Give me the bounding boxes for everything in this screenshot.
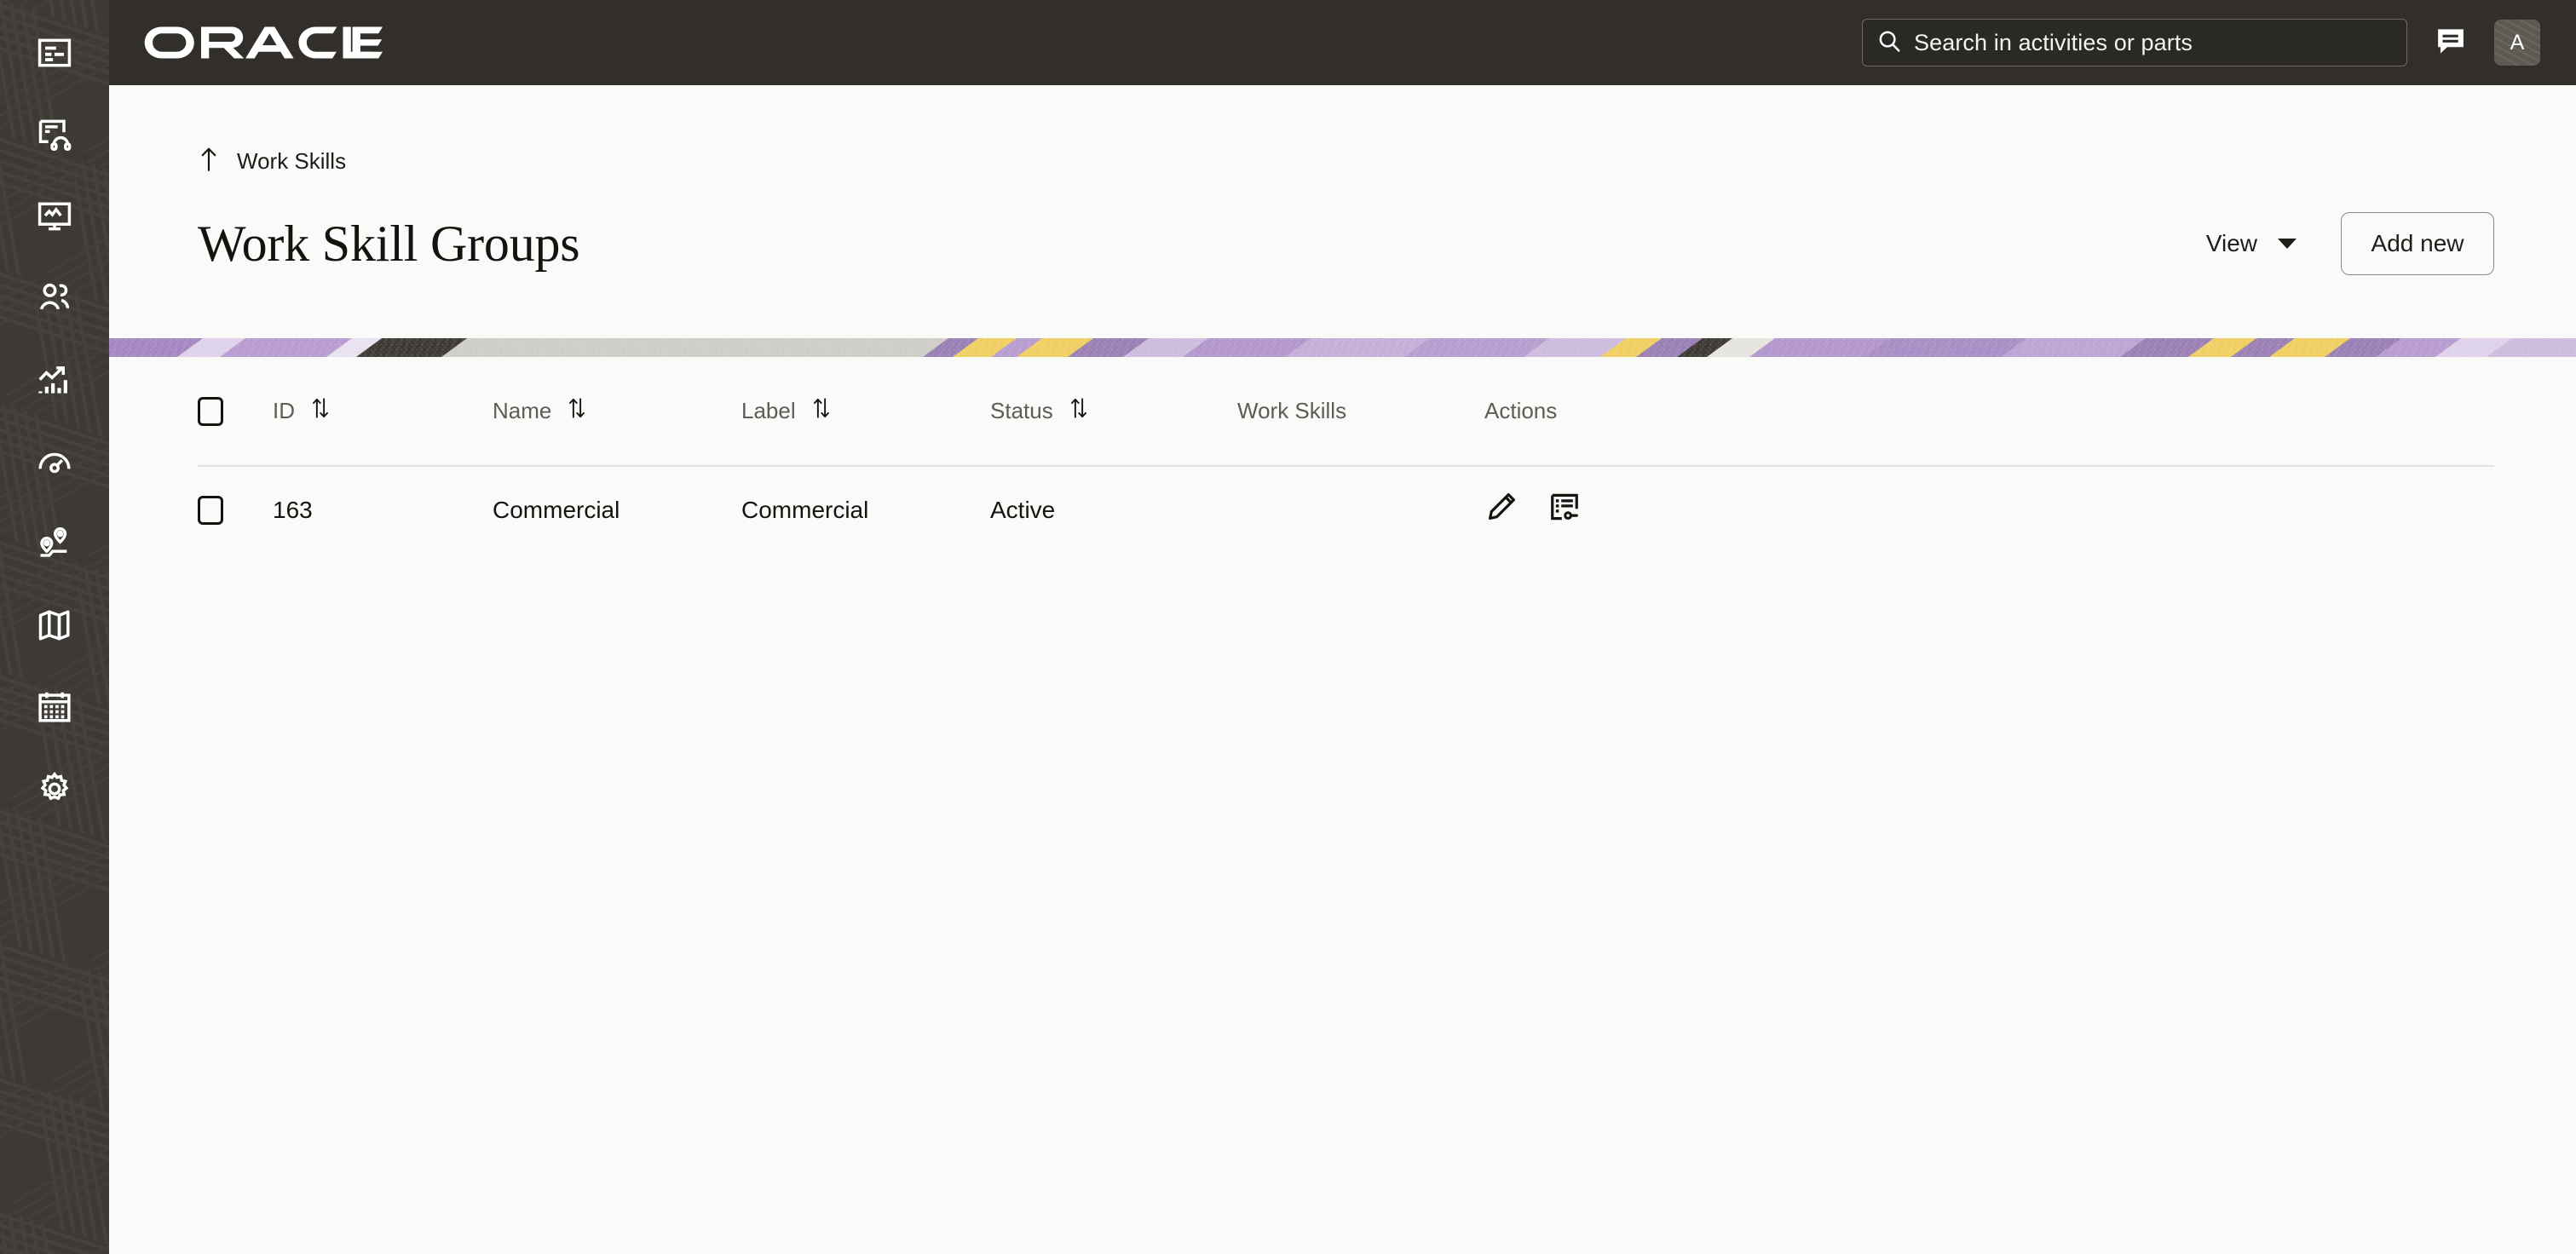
application-root: Search in activities or parts A Work Ski… — [0, 0, 2576, 1254]
view-menu-button[interactable]: View — [2206, 230, 2297, 257]
column-header-actions: Actions — [1484, 357, 2494, 467]
sidebar-item-monitoring[interactable] — [0, 175, 109, 257]
row-select-checkbox[interactable] — [198, 495, 223, 525]
column-header-name-label: Name — [493, 398, 552, 423]
collaboration-button[interactable] — [2428, 20, 2474, 66]
gauge-icon — [36, 443, 73, 480]
sidebar-item-map[interactable] — [0, 584, 109, 666]
work-skill-groups-table: ID Name Label Status Work Skills Actions… — [198, 357, 2494, 553]
table-body: 163 Commercial Commercial Active — [198, 466, 2494, 553]
cell-status: Active — [990, 496, 1056, 523]
main-column: Search in activities or parts A Work Ski… — [109, 0, 2576, 1254]
sidebar-item-resources[interactable] — [0, 257, 109, 339]
column-header-status[interactable]: Status — [990, 357, 1237, 467]
oracle-logo[interactable] — [141, 25, 383, 60]
work-skill-groups-table-area: ID Name Label Status Work Skills Actions… — [109, 357, 2576, 1254]
sidebar-item-configuration[interactable] — [0, 748, 109, 830]
pencil-icon — [1485, 491, 1518, 529]
chat-icon — [2435, 25, 2467, 61]
column-header-actions-label: Actions — [1484, 398, 1558, 423]
sort-icon-status[interactable] — [1069, 397, 1089, 425]
column-header-label[interactable]: Label — [741, 357, 990, 467]
column-header-id-label: ID — [273, 398, 295, 423]
search-icon — [1876, 28, 1902, 58]
table-row[interactable]: 163 Commercial Commercial Active — [198, 466, 2494, 553]
gear-icon — [36, 770, 73, 808]
table-header: ID Name Label Status Work Skills Actions — [198, 357, 2494, 467]
sort-icon-id[interactable] — [310, 397, 331, 425]
arrow-up-icon — [198, 147, 220, 176]
cell-work-skills — [1237, 466, 1484, 553]
add-new-button[interactable]: Add new — [2341, 212, 2494, 275]
column-header-work-skills: Work Skills — [1237, 357, 1484, 467]
sidebar-item-routing[interactable] — [0, 503, 109, 584]
breadcrumb-label: Work Skills — [237, 148, 347, 174]
global-header: Search in activities or parts A — [109, 0, 2576, 85]
page-header: Work Skills Work Skill Groups View Add n… — [109, 85, 2576, 338]
dispatch-icon — [36, 34, 73, 72]
select-all-checkbox[interactable] — [198, 396, 223, 426]
caret-down-icon — [2278, 239, 2297, 249]
list-properties-icon — [1548, 491, 1581, 529]
cell-id: 163 — [273, 496, 313, 523]
sort-icon-label[interactable] — [811, 397, 832, 425]
row-select-cell — [198, 466, 273, 553]
map-icon — [36, 607, 73, 644]
sidebar-item-dispatch-console[interactable] — [0, 12, 109, 94]
primary-sidebar — [0, 0, 109, 1254]
select-all-header — [198, 357, 273, 467]
users-icon — [36, 279, 73, 317]
decorative-banner — [109, 338, 2576, 357]
header-right-cluster: Search in activities or parts A — [1862, 19, 2540, 66]
view-menu-label: View — [2205, 230, 2257, 256]
title-row: Work Skill Groups View Add new — [198, 212, 2494, 275]
edit-action-button[interactable] — [1484, 493, 1519, 527]
headset-document-icon — [36, 116, 73, 153]
route-pins-icon — [36, 525, 73, 562]
monitor-activity-icon — [36, 198, 73, 235]
sidebar-item-calendar[interactable] — [0, 666, 109, 748]
cell-label: Commercial — [741, 496, 869, 523]
page-title: Work Skill Groups — [198, 215, 580, 272]
cell-actions — [1484, 466, 2494, 553]
avatar[interactable]: A — [2494, 20, 2540, 66]
cell-name: Commercial — [493, 496, 620, 523]
column-header-work-skills-label: Work Skills — [1237, 398, 1347, 423]
sidebar-item-analytics[interactable] — [0, 339, 109, 421]
trending-chart-icon — [36, 361, 73, 399]
avatar-initial: A — [2510, 30, 2525, 55]
calendar-icon — [36, 688, 73, 726]
column-header-label-label: Label — [741, 398, 796, 423]
search-input[interactable]: Search in activities or parts — [1862, 19, 2407, 66]
search-input-text: Search in activities or parts — [1914, 29, 2193, 55]
table-header-row: ID Name Label Status Work Skills Actions — [198, 357, 2494, 467]
breadcrumb[interactable]: Work Skills — [198, 85, 346, 176]
sort-icon-name[interactable] — [567, 397, 587, 425]
column-header-id[interactable]: ID — [273, 357, 493, 467]
column-header-name[interactable]: Name — [493, 357, 741, 467]
properties-action-button[interactable] — [1547, 493, 1582, 527]
sidebar-item-service-requests[interactable] — [0, 94, 109, 175]
sidebar-item-performance[interactable] — [0, 421, 109, 503]
column-header-status-label: Status — [990, 398, 1053, 423]
header-actions: View Add new — [2206, 212, 2494, 275]
